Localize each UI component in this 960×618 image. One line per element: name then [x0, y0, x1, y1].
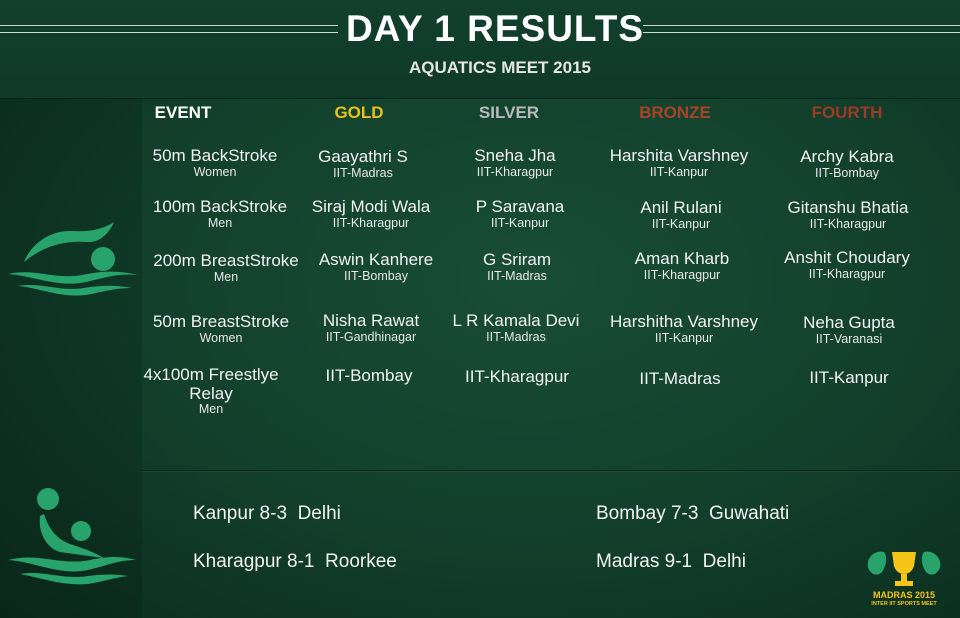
event-name: 4x100m Freestlye Relay [143, 365, 279, 403]
logo-tagline: INTER IIT SPORTS MEET [871, 601, 937, 607]
team-name: IIT-Kharagpur [643, 267, 721, 282]
athlete-name: Neha Gupta [803, 313, 895, 332]
event-name: 50m BackStroke [152, 146, 278, 165]
gold-cell: IIT-Bombay [284, 366, 454, 386]
bronze-cell: Harshitha Varshney IIT-Kanpur [599, 312, 769, 345]
fourth-cell: IIT-Kanpur [764, 368, 934, 388]
match-result: Kharagpur 8-1 Roorkee [193, 551, 397, 572]
column-header-silver: SILVER [478, 103, 540, 122]
bronze-cell: IIT-Madras [595, 369, 765, 389]
water-polo-icon [8, 488, 136, 585]
bronze-cell: Harshita Varshney IIT-Kanpur [594, 146, 764, 179]
fourth-cell: Anshit Choudary IIT-Kharagpur [762, 248, 932, 281]
event-name: 100m BackStroke [152, 197, 288, 216]
event-category: Women [199, 330, 243, 345]
team-name: IIT-Kharagpur [332, 215, 410, 230]
silver-cell: Sneha Jha IIT-Kharagpur [430, 146, 600, 179]
team-name: IIT-Madras [333, 165, 393, 180]
event-cell: 4x100m Freestlye Relay Men [136, 365, 286, 417]
event-cell: 100m BackStroke Men [135, 197, 305, 230]
match-result: Kanpur 8-3 Delhi [193, 503, 341, 524]
event-cell: 200m BreastStroke Men [141, 251, 311, 284]
column-header-bronze: BRONZE [639, 103, 711, 122]
column-header-gold: GOLD [334, 103, 384, 122]
athlete-name: Harshitha Varshney [609, 312, 759, 331]
team-name: IIT-Kanpur [490, 215, 550, 230]
relay-team: IIT-Kanpur [809, 368, 889, 387]
bronze-cell: Aman Kharb IIT-Kharagpur [597, 249, 767, 282]
silver-cell: P Saravana IIT-Kanpur [435, 197, 605, 230]
silver-cell: L R Kamala Devi IIT-Madras [431, 311, 601, 344]
team-name: IIT-Kanpur [649, 164, 709, 179]
team-name: IIT-Bombay [815, 165, 879, 180]
team-name: IIT-Varanasi [815, 331, 883, 346]
team-name: IIT-Kharagpur [809, 216, 887, 231]
team-name: IIT-Kharagpur [808, 266, 886, 281]
team-name: IIT-Kanpur [654, 330, 714, 345]
event-name: 50m BreastStroke [152, 312, 290, 331]
team-name: IIT-Madras [487, 268, 547, 283]
athlete-name: Sneha Jha [474, 146, 556, 165]
athlete-name: Anil Rulani [640, 198, 722, 217]
page-subtitle: AQUATICS MEET 2015 [408, 58, 591, 77]
match-result: Madras 9-1 Delhi [596, 551, 746, 572]
column-header-fourth: FOURTH [811, 103, 883, 122]
match-result: Bombay 7-3 Guwahati [596, 503, 790, 524]
event-category: Men [213, 269, 239, 284]
athlete-name: Gaayathri S [318, 147, 408, 166]
gold-cell: Gaayathri S IIT-Madras [278, 147, 448, 180]
athlete-name: Gitanshu Bhatia [787, 198, 909, 217]
event-category: Men [198, 402, 224, 417]
event-cell: 50m BreastStroke Women [136, 312, 306, 345]
athlete-name: L R Kamala Devi [452, 311, 580, 330]
athlete-name: Archy Kabra [800, 147, 894, 166]
page-title: DAY 1 RESULTS [345, 8, 645, 49]
athlete-name: Anshit Choudary [784, 248, 910, 267]
column-header-event: EVENT [154, 103, 212, 122]
team-name: IIT-Kharagpur [476, 164, 554, 179]
silver-cell: IIT-Kharagpur [432, 367, 602, 387]
event-cell: 50m BackStroke Women [130, 146, 300, 179]
logo-title: MADRAS 2015 [872, 590, 936, 600]
athlete-name: P Saravana [475, 197, 565, 216]
relay-team: IIT-Madras [639, 369, 721, 388]
fourth-cell: Gitanshu Bhatia IIT-Kharagpur [763, 198, 933, 231]
event-category: Women [193, 164, 237, 179]
gold-cell: Siraj Modi Wala IIT-Kharagpur [286, 197, 456, 230]
silver-cell: G Sriram IIT-Madras [432, 250, 602, 283]
event-category: Men [207, 215, 233, 230]
athlete-name: Siraj Modi Wala [311, 197, 431, 216]
relay-team: IIT-Kharagpur [465, 367, 569, 386]
relay-team: IIT-Bombay [325, 366, 413, 385]
fourth-cell: Archy Kabra IIT-Bombay [762, 147, 932, 180]
bronze-cell: Anil Rulani IIT-Kanpur [596, 198, 766, 231]
team-name: IIT-Madras [486, 329, 546, 344]
team-name: IIT-Kanpur [651, 216, 711, 231]
athlete-name: G Sriram [483, 250, 551, 269]
athlete-name: Harshita Varshney [609, 146, 749, 165]
madras-2015-logo: MADRAS 2015 INTER IIT SPORTS MEET [864, 546, 944, 612]
swimmer-icon [8, 222, 138, 296]
section-divider [142, 470, 960, 471]
athlete-name: Aman Kharb [634, 249, 730, 268]
event-name: 200m BreastStroke [153, 251, 299, 270]
fourth-cell: Neha Gupta IIT-Varanasi [764, 313, 934, 346]
trophy-icon [867, 551, 941, 586]
